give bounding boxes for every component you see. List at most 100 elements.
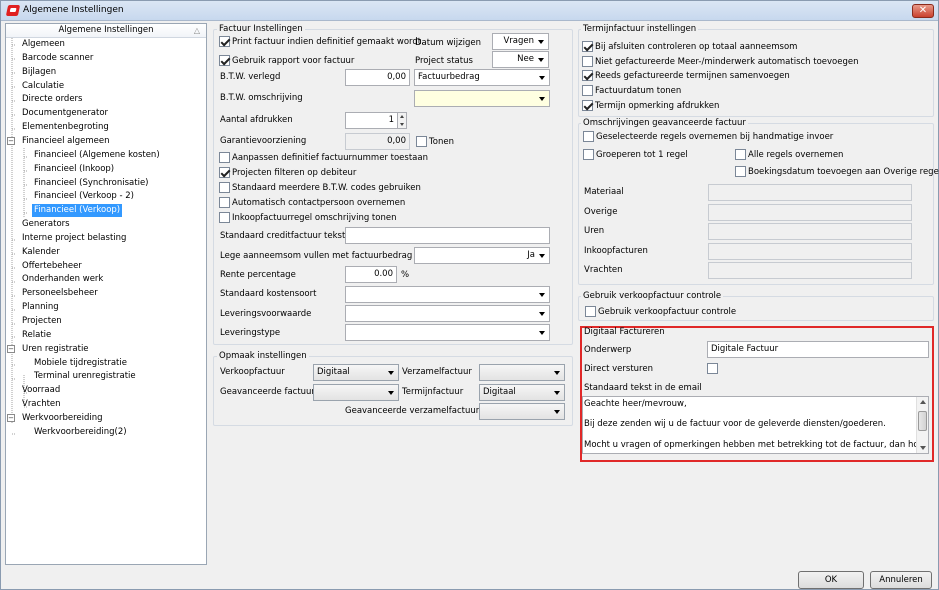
- scroll-thumb[interactable]: [918, 411, 927, 431]
- geav-verzamel-dropdown[interactable]: [479, 403, 565, 420]
- termijn-check-0-label: Bij afsluiten controleren op totaal aann…: [595, 42, 798, 52]
- tree-item-relatie[interactable]: Relatie: [20, 329, 53, 342]
- factuur-check-0-checkbox[interactable]: [219, 152, 230, 163]
- tree-item-interne-project-belasting[interactable]: Interne project belasting: [20, 232, 128, 245]
- app-icon: [5, 5, 21, 16]
- tree-item-terminal-urenregistratie[interactable]: Terminal urenregistratie: [32, 370, 138, 383]
- boeking-checkbox[interactable]: [735, 166, 746, 177]
- termijn-check-4-checkbox[interactable]: [582, 99, 593, 111]
- email-scrollbar[interactable]: [916, 397, 928, 453]
- email-text-area[interactable]: Geachte heer/mevrouw, Bij deze zenden wi…: [582, 396, 929, 454]
- rente-input[interactable]: 0.00: [345, 266, 397, 283]
- tree-item-planning[interactable]: Planning: [20, 301, 61, 314]
- onderwerp-input[interactable]: Digitale Factuur: [707, 341, 929, 358]
- tree-item-financieel-inkoop[interactable]: Financieel (Inkoop): [32, 163, 116, 176]
- close-button[interactable]: ✕: [912, 4, 934, 18]
- credit-input[interactable]: [345, 227, 550, 244]
- verzamel-label: Verzamelfactuur: [402, 367, 472, 377]
- tree-header-label: Algemene Instellingen: [58, 25, 154, 35]
- tree-item-vrachten[interactable]: Vrachten: [20, 398, 63, 411]
- lege-dropdown[interactable]: Ja: [414, 247, 550, 264]
- tree-item-barcode-scanner[interactable]: Barcode scanner: [20, 52, 95, 65]
- factuur-group-title: Factuur Instellingen: [217, 24, 305, 34]
- tree-item-werkvoorbereiding-2[interactable]: Werkvoorbereiding(2): [32, 426, 129, 439]
- tree-item-generators[interactable]: Generators: [20, 218, 72, 231]
- tree-item-elementenbegroting[interactable]: Elementenbegroting: [20, 121, 111, 134]
- tree-item-uren-registratie[interactable]: Uren registratie: [20, 343, 91, 356]
- ok-button-label: OK: [824, 575, 838, 585]
- tonen-label: Tonen: [429, 137, 454, 147]
- tree-item-bijlagen[interactable]: Bijlagen: [20, 66, 58, 79]
- regels-checkbox[interactable]: [583, 131, 594, 142]
- aantal-spinner[interactable]: [397, 113, 406, 128]
- tree-item-voorraad[interactable]: Voorraad: [20, 384, 62, 397]
- alle-label: Alle regels overnemen: [748, 150, 844, 160]
- print-checkbox[interactable]: [219, 36, 230, 47]
- aantal-label: Aantal afdrukken: [220, 115, 293, 125]
- tree-item-financieel-verkoop[interactable]: Financieel (Verkoop): [32, 204, 123, 218]
- scroll-down-icon[interactable]: [920, 446, 926, 450]
- leveringsvoorwaarde-dropdown[interactable]: [345, 305, 550, 322]
- datum-dropdown[interactable]: Vragen: [492, 33, 549, 50]
- verkoop-label: Verkoopfactuur: [220, 367, 285, 377]
- tekst-label: Standaard tekst in de email: [584, 383, 702, 393]
- collapse-icon[interactable]: −: [7, 345, 15, 354]
- btw-type-dropdown[interactable]: Factuurbedrag: [414, 69, 550, 86]
- scroll-up-icon[interactable]: [920, 400, 926, 404]
- tree-item-offertebeheer[interactable]: Offertebeheer: [20, 260, 84, 273]
- omschr-field-overige-input[interactable]: [708, 203, 912, 221]
- termijn-check-2-checkbox[interactable]: [582, 70, 593, 82]
- aantal-input[interactable]: 1: [345, 112, 407, 129]
- tree-item-calculatie[interactable]: Calculatie: [20, 80, 66, 93]
- leveringstype-dropdown[interactable]: [345, 324, 550, 341]
- garantie-input[interactable]: 0,00: [345, 133, 410, 150]
- tree-item-directe-orders[interactable]: Directe orders: [20, 93, 84, 106]
- collapse-icon[interactable]: −: [7, 137, 15, 146]
- rapport-checkbox[interactable]: [219, 55, 230, 66]
- omschr-field-inkoopfacturen-input[interactable]: [708, 242, 912, 260]
- tree-item-financieel-algemeen[interactable]: Financieel algemeen: [20, 135, 112, 148]
- tree-item-financieel-synchronisatie[interactable]: Financieel (Synchronisatie): [32, 177, 151, 190]
- tree-item-werkvoorbereiding[interactable]: Werkvoorbereiding: [20, 412, 105, 425]
- factuur-check-4-label: Inkoopfactuurregel omschrijving tonen: [232, 213, 397, 223]
- termijn-check-1-checkbox[interactable]: [582, 55, 593, 67]
- btw-verlegd-input[interactable]: 0,00: [345, 69, 410, 86]
- tree-item-onderhanden-werk[interactable]: Onderhanden werk: [20, 273, 105, 286]
- regels-label: Geselecteerde regels overnemen bij handm…: [596, 132, 834, 142]
- tree-item-documentgenerator[interactable]: Documentgenerator: [20, 107, 110, 120]
- alle-checkbox[interactable]: [735, 149, 746, 160]
- verkoopcontrole-checkbox[interactable]: [585, 306, 596, 317]
- direct-checkbox[interactable]: [707, 363, 718, 374]
- ok-button[interactable]: OK: [798, 571, 864, 589]
- termijn-check-2-label: Reeds gefactureerde termijnen samenvoege…: [595, 71, 790, 82]
- omschr-field-overige-label: Overige: [584, 206, 618, 217]
- verkoop-dropdown[interactable]: Digitaal: [313, 364, 399, 381]
- tree-header[interactable]: Algemene Instellingen △: [6, 24, 206, 38]
- termijn-dropdown[interactable]: Digitaal: [479, 384, 565, 401]
- btw-omschrijving-dropdown[interactable]: [414, 90, 550, 107]
- omschr-field-materiaal-input[interactable]: [708, 184, 912, 201]
- factuur-check-3-checkbox[interactable]: [219, 197, 230, 208]
- tree-item-algemeen[interactable]: Algemeen: [20, 38, 67, 51]
- collapse-icon[interactable]: −: [7, 414, 15, 423]
- cancel-button[interactable]: Annuleren: [870, 571, 932, 589]
- tree-item-mobiele-tijdregistratie[interactable]: Mobiele tijdregistratie: [32, 357, 129, 370]
- geavanceerde-dropdown[interactable]: [313, 384, 399, 401]
- tree-item-financieel-algemene-kosten[interactable]: Financieel (Algemene kosten): [32, 149, 162, 162]
- factuur-check-2-checkbox[interactable]: [219, 182, 230, 193]
- omschr-field-uren-input[interactable]: [708, 223, 912, 241]
- tree-item-personeelsbeheer[interactable]: Personeelsbeheer: [20, 287, 100, 300]
- verzamel-dropdown[interactable]: [479, 364, 565, 381]
- kostensoort-dropdown[interactable]: [345, 286, 550, 303]
- groeperen-checkbox[interactable]: [583, 149, 594, 160]
- termijn-check-3-checkbox[interactable]: [582, 85, 593, 97]
- factuur-check-4-checkbox[interactable]: [219, 212, 230, 223]
- tree-item-financieel-verkoop-2[interactable]: Financieel (Verkoop - 2): [32, 190, 136, 203]
- termijn-check-0-checkbox[interactable]: [582, 41, 593, 52]
- tonen-checkbox[interactable]: [416, 136, 427, 147]
- tree-item-kalender[interactable]: Kalender: [20, 246, 62, 259]
- project-status-dropdown[interactable]: Nee: [492, 51, 549, 68]
- omschr-field-vrachten-input[interactable]: [708, 262, 912, 280]
- factuur-check-1-checkbox[interactable]: [219, 167, 230, 178]
- tree-item-projecten[interactable]: Projecten: [20, 315, 64, 328]
